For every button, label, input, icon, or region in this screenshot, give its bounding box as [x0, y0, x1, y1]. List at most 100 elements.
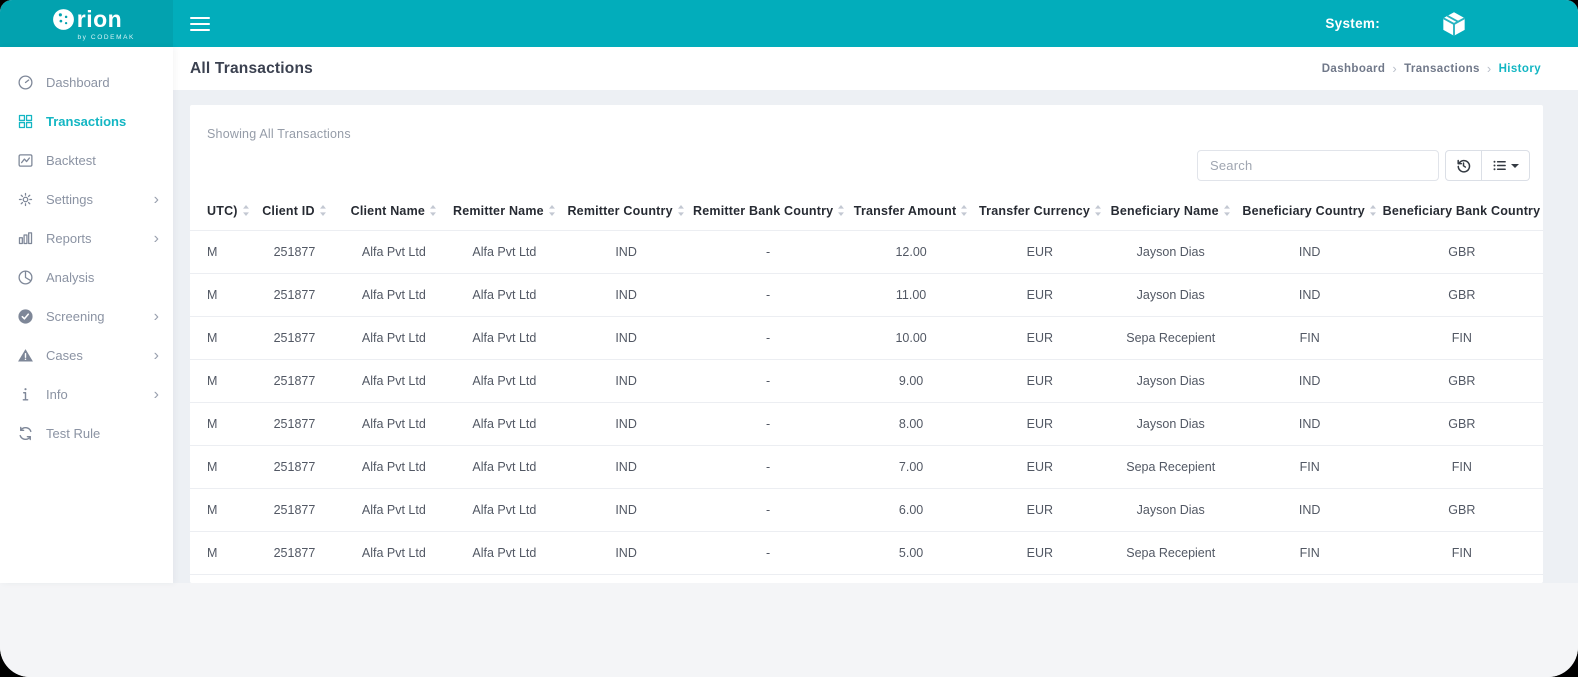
sidebar-item-dashboard[interactable]: Dashboard [0, 63, 173, 102]
sidebar-item-label: Dashboard [46, 75, 110, 90]
sidebar-item-label: Transactions [46, 114, 126, 129]
table-cell: - [691, 403, 845, 446]
table-cell: EUR [977, 317, 1103, 360]
sidebar-item-info[interactable]: Info› [0, 375, 173, 414]
table-row[interactable]: M251877Alfa Pvt LtdAlfa Pvt LtdIND-10.00… [190, 317, 1543, 360]
table-row[interactable]: M251877Alfa Pvt LtdAlfa Pvt LtdIND-11.00… [190, 274, 1543, 317]
sidebar-item-label: Analysis [46, 270, 94, 285]
table-row[interactable]: M251877Alfa Pvt LtdAlfa Pvt LtdIND-12.00… [190, 231, 1543, 274]
table-cell: M [190, 403, 249, 446]
breadcrumb-separator: › [1487, 61, 1492, 76]
chevron-right-icon: › [154, 231, 159, 247]
sort-icon [242, 205, 249, 216]
table-cell: - [691, 360, 845, 403]
table-cell: Alfa Pvt Ltd [340, 403, 448, 446]
table-cell: FIN [1381, 532, 1543, 575]
table-cell: Alfa Pvt Ltd [448, 403, 562, 446]
sidebar-item-screening[interactable]: Screening› [0, 297, 173, 336]
table-cell: 251877 [249, 360, 340, 403]
column-header-beneficiary-name[interactable]: Beneficiary Name [1103, 196, 1239, 231]
table-row[interactable]: M251877Alfa Pvt LtdAlfa Pvt LtdIND-6.00E… [190, 489, 1543, 532]
transactions-card: Showing All Transactions [190, 105, 1543, 583]
pie-chart-icon [17, 269, 34, 286]
table-cell: FIN [1381, 317, 1543, 360]
breadcrumb-item-transactions[interactable]: Transactions [1404, 63, 1480, 75]
column-header-beneficiary-bank-country[interactable]: Beneficiary Bank Country [1381, 196, 1543, 231]
chevron-right-icon: › [154, 309, 159, 325]
column-header-client-name[interactable]: Client Name [340, 196, 448, 231]
table-cell: 251877 [249, 532, 340, 575]
table-cell: 8.00 [845, 403, 977, 446]
sort-icon [1223, 205, 1231, 216]
caret-down-icon [1511, 164, 1519, 168]
table-cell: IND [561, 403, 691, 446]
menu-toggle-icon[interactable] [190, 13, 210, 35]
table-cell: FIN [1239, 532, 1381, 575]
history-button[interactable] [1445, 150, 1482, 181]
table-cell: 251877 [249, 446, 340, 489]
history-icon [1456, 158, 1471, 173]
info-icon [17, 386, 34, 403]
breadcrumb-item-dashboard[interactable]: Dashboard [1322, 63, 1386, 75]
table-row[interactable]: M251877Alfa Pvt LtdAlfa Pvt LtdIND-8.00E… [190, 403, 1543, 446]
column-label: Client ID [262, 204, 315, 218]
table-cell: IND [561, 231, 691, 274]
table-cell: EUR [977, 403, 1103, 446]
refresh-icon [17, 425, 34, 442]
logo[interactable]: rion by CODEMAK [0, 0, 173, 47]
column-header-transfer-amount[interactable]: Transfer Amount [845, 196, 977, 231]
table-cell: Alfa Pvt Ltd [448, 446, 562, 489]
table-cell: IND [1239, 489, 1381, 532]
table-cell: 12.00 [845, 231, 977, 274]
sidebar-item-test-rule[interactable]: Test Rule [0, 414, 173, 453]
system-cube-icon[interactable] [1438, 8, 1470, 40]
table-row[interactable]: M251877Alfa Pvt LtdAlfa Pvt LtdIND-9.00E… [190, 360, 1543, 403]
sort-icon [319, 205, 327, 216]
table-cell: EUR [977, 231, 1103, 274]
column-header-client-id[interactable]: Client ID [249, 196, 340, 231]
table-row[interactable]: M251877Alfa Pvt LtdAlfa Pvt LtdIND-5.00E… [190, 532, 1543, 575]
table-cell: Alfa Pvt Ltd [448, 489, 562, 532]
table-cell: GBR [1381, 360, 1543, 403]
table-cell: 10.00 [845, 317, 977, 360]
table-cell: - [691, 489, 845, 532]
column-header-remitter-name[interactable]: Remitter Name [448, 196, 562, 231]
breadcrumb: Dashboard›Transactions›History [1322, 61, 1541, 76]
column-header-remitter-country[interactable]: Remitter Country [561, 196, 691, 231]
sidebar-item-analysis[interactable]: Analysis [0, 258, 173, 297]
sidebar-item-cases[interactable]: Cases› [0, 336, 173, 375]
table-cell: GBR [1381, 274, 1543, 317]
table-cell: Jayson Dias [1103, 360, 1239, 403]
column-label: Beneficiary Country [1242, 204, 1365, 218]
bar-chart-icon [17, 230, 34, 247]
sidebar-item-settings[interactable]: Settings› [0, 180, 173, 219]
table-cell: Jayson Dias [1103, 489, 1239, 532]
check-circle-icon [17, 308, 34, 325]
table-cell: 9.00 [845, 360, 977, 403]
columns-list-button[interactable] [1482, 150, 1530, 181]
column-header-beneficiary-country[interactable]: Beneficiary Country [1239, 196, 1381, 231]
sidebar-item-label: Test Rule [46, 426, 100, 441]
column-header-transfer-currency[interactable]: Transfer Currency [977, 196, 1103, 231]
sidebar-item-label: Backtest [46, 153, 96, 168]
sidebar-item-backtest[interactable]: Backtest [0, 141, 173, 180]
chevron-right-icon: › [154, 387, 159, 403]
app-window: rion by CODEMAK System: DashboardTransac… [0, 0, 1578, 677]
transactions-table: UTC)Client IDClient NameRemitter NameRem… [190, 196, 1543, 575]
sidebar-item-transactions[interactable]: Transactions [0, 102, 173, 141]
table-cell: IND [561, 274, 691, 317]
table-cell: EUR [977, 360, 1103, 403]
table-cell: EUR [977, 532, 1103, 575]
table-cell: 251877 [249, 403, 340, 446]
column-header-remitter-bank-country[interactable]: Remitter Bank Country [691, 196, 845, 231]
chart-image-icon [17, 152, 34, 169]
table-cell: Sepa Recepient [1103, 446, 1239, 489]
table-cell: IND [561, 446, 691, 489]
sidebar-item-reports[interactable]: Reports› [0, 219, 173, 258]
sidebar: Dashboard Transactions Backtest Settings›Re… [0, 47, 173, 583]
table-cell: - [691, 446, 845, 489]
table-cell: Alfa Pvt Ltd [340, 489, 448, 532]
table-row[interactable]: M251877Alfa Pvt LtdAlfa Pvt LtdIND-7.00E… [190, 446, 1543, 489]
column-header-utc[interactable]: UTC) [190, 196, 249, 231]
search-input[interactable] [1197, 150, 1439, 181]
